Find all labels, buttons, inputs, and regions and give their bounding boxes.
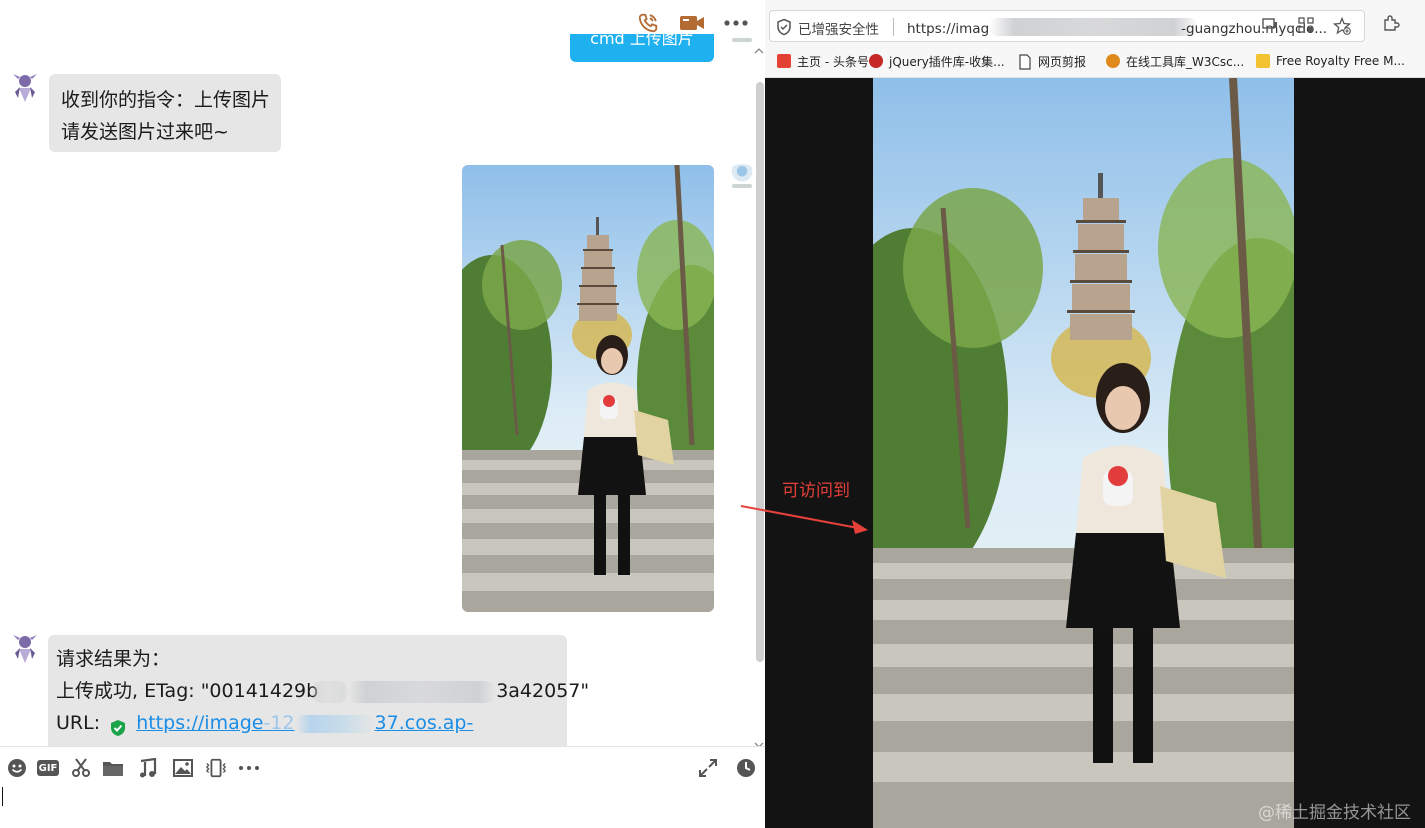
redacted-blur xyxy=(312,680,349,703)
bookmark-label: 在线工具库_W3Csc... xyxy=(1126,54,1245,69)
result-etag-line: 上传成功, ETag: "00141429b 3a42057" xyxy=(56,675,589,707)
more-icon[interactable] xyxy=(238,757,260,779)
vibrate-icon[interactable] xyxy=(205,757,227,779)
address-separator xyxy=(893,18,894,36)
phone-icon[interactable] xyxy=(635,12,661,34)
bookmark-label: jQuery插件库-收集... xyxy=(889,54,1005,69)
page-icon xyxy=(1018,54,1032,70)
shield-icon[interactable] xyxy=(776,18,792,36)
jquery-favicon-icon xyxy=(869,54,883,68)
toutiao-favicon-icon xyxy=(777,54,791,68)
result-message-bubble: 请求结果为： 上传成功, ETag: "00141429b 3a42057" UR… xyxy=(48,635,589,753)
scissors-icon[interactable] xyxy=(70,757,92,779)
image-icon[interactable] xyxy=(172,757,194,779)
extensions-icon[interactable] xyxy=(1379,14,1403,38)
read-aloud-icon[interactable] xyxy=(1260,17,1280,37)
redacted-blur xyxy=(294,714,375,733)
outgoing-command-bubble: cmd 上传图片 xyxy=(570,34,714,62)
bookmark-item[interactable]: jQuery插件库-收集... xyxy=(869,51,1005,71)
emoji-icon[interactable] xyxy=(6,757,28,779)
etag-text-end: 3a42057" xyxy=(496,680,590,702)
bookmark-item[interactable]: 在线工具库_W3Csc... xyxy=(1106,51,1244,71)
outgoing-command-text: cmd 上传图片 xyxy=(590,34,694,48)
bookmark-item[interactable]: 网页剪报 xyxy=(1018,51,1086,71)
result-title: 请求结果为： xyxy=(56,648,171,670)
folder-icon[interactable] xyxy=(102,757,124,779)
annotation-arrow-icon xyxy=(740,505,868,534)
gif-label: GIF xyxy=(38,762,58,774)
bookmarks-bar: 主页 - 头条号 jQuery插件库-收集... 网页剪报 在线工具库_W3Cs… xyxy=(765,44,1425,78)
url-label: URL: xyxy=(56,712,107,734)
chat-scrollbar-thumb[interactable] xyxy=(756,82,764,662)
scroll-down-arrow-icon[interactable] xyxy=(754,734,764,748)
redacted-blur xyxy=(989,18,1200,36)
redacted-blur xyxy=(348,680,497,703)
apps-icon[interactable] xyxy=(1296,17,1316,37)
message-line: 收到你的指令：上传图片 xyxy=(61,89,271,111)
bot-avatar[interactable] xyxy=(10,633,42,667)
verified-shield-icon xyxy=(110,715,126,736)
address-bar[interactable]: 已增强安全性 https://imag -guangzhou.myqclo... xyxy=(769,10,1365,42)
favorite-add-icon[interactable] xyxy=(1332,16,1352,37)
scroll-up-arrow-icon[interactable] xyxy=(754,40,764,54)
url-end: 37.cos.ap- xyxy=(374,712,474,734)
viewed-image[interactable] xyxy=(873,78,1294,828)
incoming-message-bubble: 收到你的指令：上传图片 请发送图片过来吧~ xyxy=(49,74,281,152)
folder-flag-icon xyxy=(1256,54,1270,68)
url-start: https://image xyxy=(136,712,264,734)
history-icon[interactable] xyxy=(735,757,757,779)
chat-toolbar: GIF xyxy=(0,746,765,788)
result-url-line: URL: https://image-12 37.cos.ap- xyxy=(56,707,559,739)
browser-toolbar: 已增强安全性 https://imag -guangzhou.myqclo... xyxy=(765,0,1425,44)
message-line: 请发送图片过来吧~ xyxy=(61,121,229,143)
music-icon[interactable] xyxy=(137,757,159,779)
text-caret xyxy=(2,787,3,806)
image-url-link[interactable]: https://image-12 37.cos.ap- xyxy=(136,712,473,734)
gif-icon[interactable]: GIF xyxy=(37,760,59,776)
message-input[interactable] xyxy=(0,788,765,828)
etag-text-start: 上传成功, ETag: "00141429b xyxy=(56,680,319,702)
url-mid: -12 xyxy=(263,712,295,734)
chat-window: cmd 上传图片 收到你的指令：上传图片 请发送图片过来吧~ 请求结果为： 上传… xyxy=(0,0,765,828)
watermark: @稀土掘金技术社区 xyxy=(1258,803,1411,823)
bookmark-item[interactable]: 主页 - 头条号 xyxy=(777,51,869,71)
url-start: https://imag xyxy=(907,21,990,37)
browser-window: 已增强安全性 https://imag -guangzhou.myqclo... … xyxy=(765,0,1425,828)
bookmark-label: 主页 - 头条号 xyxy=(797,54,869,69)
bookmark-label: Free Royalty Free M... xyxy=(1276,54,1405,68)
video-call-icon[interactable] xyxy=(679,12,705,34)
bot-avatar[interactable] xyxy=(10,72,42,106)
sent-photo[interactable] xyxy=(462,165,714,612)
w3c-favicon-icon xyxy=(1106,54,1120,68)
bookmark-label: 网页剪报 xyxy=(1038,54,1087,69)
bookmark-item[interactable]: Free Royalty Free M... xyxy=(1256,51,1405,71)
security-status-text: 已增强安全性 xyxy=(798,22,879,38)
expand-icon[interactable] xyxy=(697,757,719,779)
